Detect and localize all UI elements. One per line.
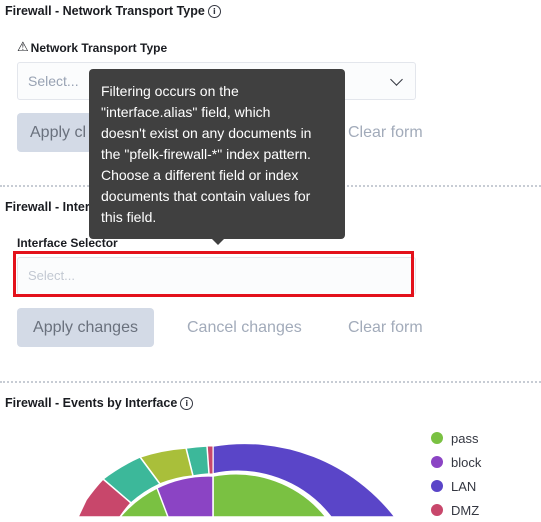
legend-dot bbox=[431, 456, 443, 468]
outer-slice-teal-2 bbox=[101, 456, 162, 504]
apply-changes-button[interactable]: Apply cl bbox=[17, 113, 92, 152]
apply-button-label: Apply changes bbox=[33, 319, 138, 336]
chart-legend: pass block LAN DMZ bbox=[431, 426, 481, 522]
select-placeholder: Select... bbox=[28, 73, 79, 89]
field-label-network-transport: ⚠ Network Transport Type bbox=[17, 40, 167, 55]
legend-dot bbox=[431, 480, 443, 492]
field-label-text: Network Transport Type bbox=[30, 40, 168, 55]
field-warning-tooltip: Filtering occurs on the "interface.alias… bbox=[89, 69, 345, 239]
warning-icon: ⚠ bbox=[17, 40, 29, 55]
legend-item[interactable]: LAN bbox=[431, 474, 481, 498]
cancel-changes-label: Cancel changes bbox=[187, 319, 302, 336]
legend-item[interactable]: DMZ bbox=[431, 498, 481, 522]
legend-item[interactable]: block bbox=[431, 450, 481, 474]
panel-title-text: Firewall - Inter bbox=[5, 200, 90, 214]
legend-label: pass bbox=[451, 430, 479, 446]
legend-dot bbox=[431, 432, 443, 444]
legend-item[interactable]: pass bbox=[431, 426, 481, 450]
tooltip-text: Filtering occurs on the "interface.alias… bbox=[101, 83, 312, 225]
info-icon[interactable]: i bbox=[180, 396, 194, 410]
panel-title-events-by-interface: Firewall - Events by Interface i bbox=[5, 396, 194, 410]
legend-label: block bbox=[451, 454, 482, 470]
outer-slice-olive bbox=[138, 447, 194, 485]
apply-button-label: Apply cl bbox=[30, 124, 87, 141]
clear-form-button[interactable]: Clear form bbox=[348, 308, 423, 347]
panel-title-text: Firewall - Network Transport Type bbox=[5, 4, 205, 18]
highlight-box bbox=[13, 251, 414, 297]
outer-slice-pink bbox=[77, 477, 133, 517]
cancel-changes-button[interactable]: Cancel changes bbox=[187, 308, 302, 347]
info-icon[interactable]: i bbox=[207, 4, 221, 18]
inner-slice-pass bbox=[212, 473, 327, 517]
panel-title-text: Firewall - Events by Interface bbox=[5, 396, 178, 410]
chevron-down-icon bbox=[390, 73, 403, 86]
clear-form-label: Clear form bbox=[348, 124, 423, 141]
apply-changes-button[interactable]: Apply changes bbox=[17, 308, 154, 347]
outer-slice-lan bbox=[212, 442, 396, 517]
panel-title-interface: Firewall - Inter bbox=[5, 200, 90, 214]
panel-title-network-transport: Firewall - Network Transport Type i bbox=[5, 4, 221, 18]
inner-slice-block bbox=[149, 475, 214, 517]
panel-separator bbox=[0, 381, 541, 383]
legend-dot bbox=[431, 504, 443, 516]
clear-form-label: Clear form bbox=[348, 319, 423, 336]
outer-slice-dmz bbox=[206, 445, 214, 475]
inner-slice-pass-left bbox=[119, 486, 169, 517]
outer-slice-teal-1 bbox=[185, 445, 210, 477]
tooltip-arrow bbox=[211, 238, 225, 245]
clear-form-button[interactable]: Clear form bbox=[348, 113, 423, 152]
legend-label: LAN bbox=[451, 478, 477, 494]
legend-label: DMZ bbox=[451, 502, 480, 518]
